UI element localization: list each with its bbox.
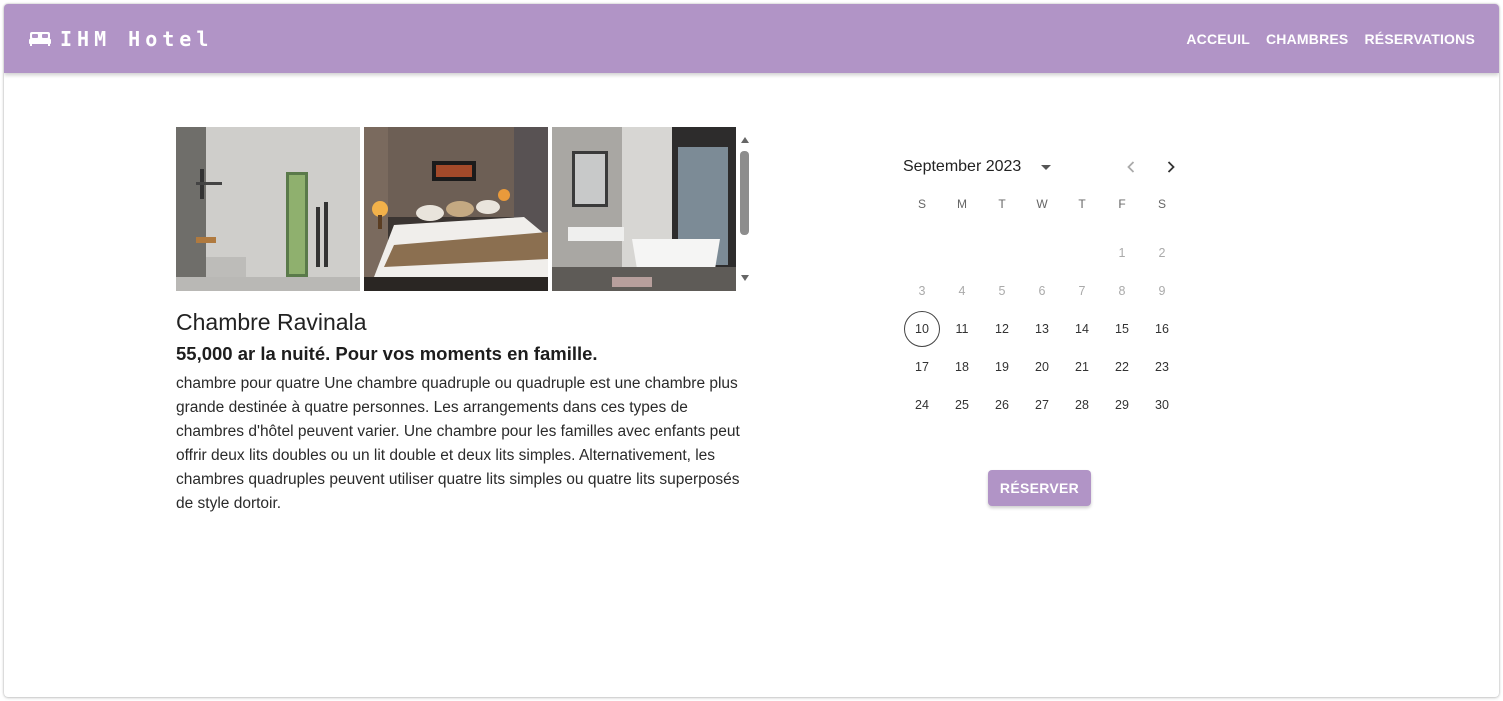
- calendar-day-number: 28: [1075, 398, 1089, 412]
- calendar-day: 4: [942, 273, 982, 309]
- calendar-day-number: 29: [1115, 398, 1129, 412]
- weekday-row: S M T W T F S: [902, 194, 1182, 214]
- calendar-week-row: 12: [902, 234, 1182, 272]
- calendar-day-number: 15: [1115, 322, 1129, 336]
- calendar-day: 2: [1142, 235, 1182, 271]
- calendar-day[interactable]: 21: [1062, 349, 1102, 385]
- calendar-week-row: 10 11 12 13 14 15 16: [902, 310, 1182, 348]
- calendar-day-number: 1: [1118, 246, 1126, 260]
- calendar-day-number: 23: [1155, 360, 1169, 374]
- main-nav: ACCEUIL CHAMBRES RÉSERVATIONS: [1170, 4, 1475, 73]
- calendar-day[interactable]: 12: [982, 311, 1022, 347]
- bedroom-photo[interactable]: [364, 127, 548, 291]
- weekday-label: T: [1078, 197, 1086, 211]
- calendar-day[interactable]: 27: [1022, 387, 1062, 423]
- calendar-day-number: 30: [1155, 398, 1169, 412]
- calendar-day-number: 4: [958, 284, 966, 298]
- room-title: Chambre Ravinala: [176, 309, 367, 335]
- scroll-up-arrow-icon[interactable]: [741, 137, 749, 143]
- room-price: 55,000 ar la nuité. Pour vos moments en …: [176, 343, 598, 364]
- calendar-day-number: 16: [1155, 322, 1169, 336]
- calendar-day[interactable]: 25: [942, 387, 982, 423]
- scroll-down-arrow-icon[interactable]: [741, 275, 749, 281]
- chevron-right-icon[interactable]: [1161, 157, 1181, 177]
- weekday-label: F: [1118, 197, 1126, 211]
- calendar-day: 9: [1142, 273, 1182, 309]
- app-window: IHM Hotel ACCEUIL CHAMBRES RÉSERVATIONS: [4, 4, 1499, 697]
- calendar-day[interactable]: 17: [902, 349, 942, 385]
- calendar-day[interactable]: 16: [1142, 311, 1182, 347]
- weekday-label: S: [917, 197, 926, 211]
- calendar-day-number: 8: [1118, 284, 1126, 298]
- weekday-label: S: [1157, 197, 1166, 211]
- chevron-left-icon[interactable]: [1121, 157, 1141, 177]
- calendar-day-number: 24: [915, 398, 929, 412]
- calendar-week-row: 24 25 26 27 28 29 30: [902, 386, 1182, 424]
- bathroom-photo[interactable]: [176, 127, 360, 291]
- nav-reservations[interactable]: RÉSERVATIONS: [1364, 31, 1475, 47]
- calendar-day-number: 13: [1035, 322, 1049, 336]
- calendar-day[interactable]: 24: [902, 387, 942, 423]
- calendar-day-number: 3: [918, 284, 926, 298]
- calendar-week-row: 3 4 5 6 7 8 9: [902, 272, 1182, 310]
- calendar-day-number: 22: [1115, 360, 1129, 374]
- calendar-day-number: 9: [1158, 284, 1166, 298]
- weekday-label: T: [998, 197, 1006, 211]
- calendar-day-number: 6: [1038, 284, 1046, 298]
- calendar-day: 1: [1102, 235, 1142, 271]
- calendar-day[interactable]: 18: [942, 349, 982, 385]
- bathtub-photo[interactable]: [552, 127, 736, 291]
- calendar-day-number: 5: [998, 284, 1006, 298]
- calendar-day-number: 17: [915, 360, 929, 374]
- calendar-day: 6: [1022, 273, 1062, 309]
- calendar-day[interactable]: 30: [1142, 387, 1182, 423]
- weekday-label: W: [1036, 197, 1048, 211]
- calendar-day-number: 25: [955, 398, 969, 412]
- calendar-month-label[interactable]: September 2023: [903, 158, 1021, 176]
- calendar-day-number: 11: [955, 322, 969, 336]
- weekday-label: M: [957, 197, 967, 211]
- calendar-day[interactable]: 28: [1062, 387, 1102, 423]
- calendar-week-row: 17 18 19 20 21 22 23: [902, 348, 1182, 386]
- calendar-day-number: 27: [1035, 398, 1049, 412]
- calendar-day[interactable]: 29: [1102, 387, 1142, 423]
- calendar-day: 7: [1062, 273, 1102, 309]
- reserve-button[interactable]: RÉSERVER: [988, 470, 1091, 506]
- scrollbar-thumb[interactable]: [740, 151, 749, 235]
- calendar-day[interactable]: 14: [1062, 311, 1102, 347]
- calendar-day-number: 18: [955, 360, 969, 374]
- calendar-day-number: 21: [1075, 360, 1089, 374]
- calendar-day-number: 26: [995, 398, 1009, 412]
- calendar-grid: S M T W T F S 1 2 3 4 5 6 7 8 9 10 11 12 13 14 15 16 17 1…: [902, 194, 1182, 424]
- calendar-day: 3: [902, 273, 942, 309]
- calendar-day[interactable]: 26: [982, 387, 1022, 423]
- nav-accueil[interactable]: ACCEUIL: [1186, 31, 1250, 47]
- calendar-day[interactable]: 15: [1102, 311, 1142, 347]
- calendar-day-number: 20: [1035, 360, 1049, 374]
- calendar-day: 8: [1102, 273, 1142, 309]
- calendar-day-number: 2: [1158, 246, 1166, 260]
- calendar-day-number: 10: [904, 311, 940, 347]
- app-title: IHM Hotel: [60, 26, 214, 51]
- brand[interactable]: IHM Hotel: [29, 4, 213, 73]
- calendar-day[interactable]: 23: [1142, 349, 1182, 385]
- calendar-day[interactable]: 22: [1102, 349, 1142, 385]
- calendar-day[interactable]: 19: [982, 349, 1022, 385]
- calendar-day-number: 19: [995, 360, 1009, 374]
- calendar-day[interactable]: 11: [942, 311, 982, 347]
- calendar-header: September 2023: [903, 154, 1179, 180]
- nav-chambres[interactable]: CHAMBRES: [1266, 31, 1349, 47]
- calendar-day-number: 12: [995, 322, 1009, 336]
- calendar-day: 5: [982, 273, 1022, 309]
- room-image-list[interactable]: [176, 127, 753, 291]
- calendar-day[interactable]: 10: [902, 311, 942, 347]
- calendar-day-number: 14: [1075, 322, 1089, 336]
- calendar-day[interactable]: 13: [1022, 311, 1062, 347]
- calendar-day[interactable]: 20: [1022, 349, 1062, 385]
- caret-down-icon[interactable]: [1041, 165, 1051, 170]
- room-description: chambre pour quatre Une chambre quadrupl…: [176, 375, 740, 512]
- calendar-day-number: 7: [1078, 284, 1086, 298]
- bed-icon: [29, 30, 51, 48]
- app-bar: IHM Hotel ACCEUIL CHAMBRES RÉSERVATIONS: [4, 4, 1499, 73]
